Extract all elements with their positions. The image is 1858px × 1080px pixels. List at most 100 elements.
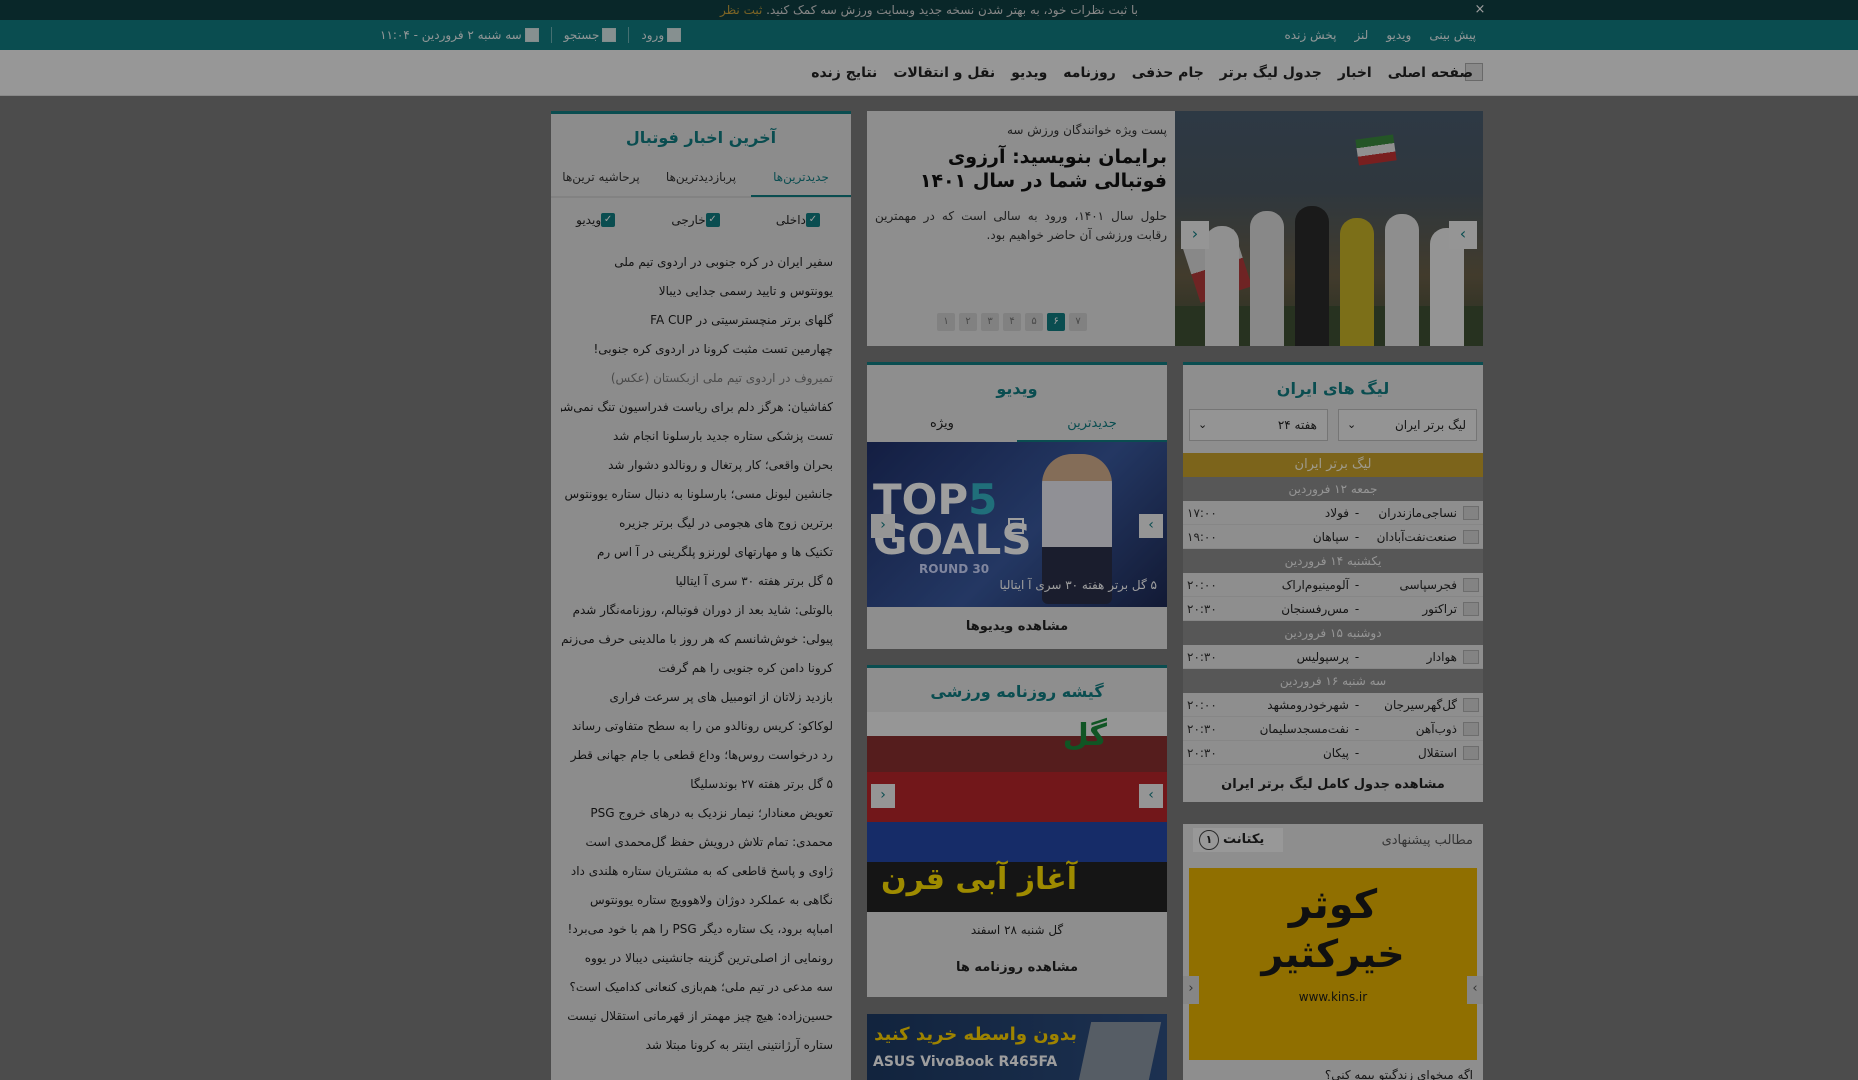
video-caption: ۵ گل برتر هفته ۳۰ سری آ ایتالیا xyxy=(999,578,1157,592)
suggested-item-title[interactable]: اگه میخوای زندگیتو بیمه کنی؟ xyxy=(1325,1068,1473,1080)
fixture-row[interactable]: نساجی‌مازندران - فولاد ۱۷:۰۰ xyxy=(1183,501,1483,525)
news-list-item[interactable]: تمیروف در اردوی تیم ملی ازبکستان (عکس) xyxy=(561,364,833,393)
news-list-item[interactable]: ستاره آرژانتینی اینتر به کرونا مبتلا شد xyxy=(561,1031,833,1060)
util-link-prediction[interactable]: پیش بینی xyxy=(1429,28,1476,42)
nav-cup[interactable]: جام حذفی xyxy=(1132,65,1204,81)
tab-newest[interactable]: جدیدترین‌ها xyxy=(751,157,851,197)
nav-news[interactable]: اخبار xyxy=(1338,65,1372,81)
util-link-lens[interactable]: لنز xyxy=(1354,28,1368,42)
tab-video-special[interactable]: ویژه xyxy=(867,409,1017,442)
news-list-item[interactable]: تکنیک ها و مهارتهای لورنزو پلگرینی در آ … xyxy=(561,538,833,567)
news-list-item[interactable]: پیولی: خوش‌شانسم که هر روز با مالدینی حر… xyxy=(561,625,833,654)
slider-next-button[interactable]: › xyxy=(1449,221,1477,249)
news-list-item[interactable]: بازدید زلاتان از اتومبیل های پر سرعت فرا… xyxy=(561,683,833,712)
nav-transfers[interactable]: نقل و انتقالات xyxy=(893,65,995,81)
fixture-row[interactable]: استقلال - پیکان ۲۰:۳۰ xyxy=(1183,741,1483,765)
insurance-ad-banner[interactable]: کوثر خیرکثیر www.kins.ir xyxy=(1189,868,1477,1060)
news-list-item[interactable]: رونمایی از اصلی‌ترین گزینه جانشینی دیبال… xyxy=(561,944,833,973)
slider-dot[interactable]: ۷ xyxy=(1069,313,1087,331)
tab-video-newest[interactable]: جدیدترین xyxy=(1017,409,1167,442)
news-list-item[interactable]: کرونا دامن کره جنوبی را هم گرفت xyxy=(561,654,833,683)
news-list-item[interactable]: ۵ گل برتر هفته ۳۰ سری آ ایتالیا xyxy=(561,567,833,596)
util-link-live[interactable]: پخش زنده xyxy=(1285,28,1337,42)
news-list-item[interactable]: سه مدعی در تیم ملی؛ هم‌بازی کنعانی کدامی… xyxy=(561,973,834,1002)
filter-domestic[interactable]: ✓داخلی xyxy=(776,213,826,228)
news-list-item[interactable]: بحران واقعی؛ کار پرتغال و رونالدو دشوار … xyxy=(561,451,833,480)
checkbox-checked-icon[interactable]: ✓ xyxy=(705,213,720,228)
slider-headline[interactable]: برایمان بنویسید: آرزوی فوتبالی شما در سا… xyxy=(875,145,1167,193)
slider-dot[interactable]: ۱ xyxy=(937,313,955,331)
video-thumbnail[interactable]: TOP5 GOALS ROUND 30 ۵ گل برتر هفته ۳۰ سری… xyxy=(867,442,1167,607)
current-date: سه شنبه ۲ فروردین - ۱۱:۰۴ xyxy=(380,28,539,43)
league-select[interactable]: لیگ برتر ایران ⌄ xyxy=(1338,409,1477,441)
news-list-item[interactable]: رد درخواست روس‌ها؛ وداع قطعی با جام جهان… xyxy=(561,741,833,770)
suggested-header: مطالب پیشنهادی ۱ یکتانت xyxy=(1183,824,1483,856)
suggested-next-button[interactable]: › xyxy=(1467,976,1483,1004)
news-list-item[interactable]: ۵ گل برتر هفته ۲۷ بوندسلیگا xyxy=(561,770,833,799)
news-list-item[interactable]: جانشین لیونل مسی؛ بارسلونا به دنبال ستار… xyxy=(561,480,833,509)
checkbox-checked-icon[interactable]: ✓ xyxy=(805,213,820,228)
news-list-item[interactable]: کفاشیان: هرگز دلم برای ریاست فدراسیون تن… xyxy=(561,393,833,422)
util-link-video[interactable]: ویدیو xyxy=(1386,28,1411,42)
news-list-item[interactable]: گلهای برتر منچسترسیتی در FA CUP xyxy=(561,306,833,335)
search-link[interactable]: جستجو xyxy=(564,28,617,43)
filter-foreign[interactable]: ✓خارجی xyxy=(671,213,725,228)
fixture-row[interactable]: صنعت‌نفت‌آبادان - سپاهان ۱۹:۰۰ xyxy=(1183,525,1483,549)
fixture-row[interactable]: گل‌گهرسیرجان - شهرخودرومشهد ۲۰:۰۰ xyxy=(1183,693,1483,717)
fixture-row[interactable]: فجرسپاسی - آلومینیوم‌اراک ۲۰:۰۰ xyxy=(1183,573,1483,597)
nav-newspaper[interactable]: روزنامه xyxy=(1063,65,1116,81)
fixture-row[interactable]: هوادار - پرسپولیس ۲۰:۳۰ xyxy=(1183,645,1483,669)
view-videos-link[interactable]: مشاهده ویدیوها xyxy=(867,607,1167,647)
checkbox-checked-icon[interactable]: ✓ xyxy=(601,213,616,228)
news-list-item[interactable]: حسین‌زاده: هیچ چیز مهمتر از قهرمانی استق… xyxy=(561,1002,833,1031)
laptop-ad-banner[interactable]: بدون واسطه خرید کنید ASUS VivoBook R465F… xyxy=(867,1014,1167,1080)
news-list-item[interactable]: محمدی: تمام تلاش درویش حفظ گل‌محمدی است xyxy=(561,828,833,857)
week-select[interactable]: هفته ۲۴ ⌄ xyxy=(1189,409,1328,441)
feedback-link[interactable]: ثبت نظر xyxy=(720,3,762,17)
news-list-item[interactable]: ژاوی و پاسخ قاطعی که به مشتریان ستاره هل… xyxy=(561,857,833,886)
news-list-item[interactable]: تعویض معنادار؛ نیمار نزدیک به درهای خروج… xyxy=(561,799,833,828)
suggested-prev-button[interactable]: ‹ xyxy=(1183,976,1199,1004)
video-next-button[interactable]: › xyxy=(1139,514,1163,538)
nav-home[interactable]: صفحه اصلی xyxy=(1388,65,1473,81)
news-list-item[interactable]: برترین زوج های هجومی در لیگ برتر جزیره xyxy=(561,509,833,538)
slider-prev-button[interactable]: ‹ xyxy=(1181,221,1209,249)
video-prev-button[interactable]: ‹ xyxy=(871,514,895,538)
view-newspapers-link[interactable]: مشاهده روزنامه ها xyxy=(867,948,1167,988)
newspaper-next-button[interactable]: › xyxy=(1139,784,1163,808)
slider-dot[interactable]: ۶ xyxy=(1047,313,1065,331)
fixture-row[interactable]: ذوب‌آهن - نفت‌مسجدسلیمان ۲۰:۳۰ xyxy=(1183,717,1483,741)
filter-video[interactable]: ✓ویدیو xyxy=(576,213,621,228)
slider-dot[interactable]: ۴ xyxy=(1003,313,1021,331)
divider xyxy=(550,27,552,43)
nav-video[interactable]: ویدیو xyxy=(1011,65,1047,81)
news-list-item[interactable]: لوکاکو: کریس رونالدو من را به سطح متفاوت… xyxy=(561,712,833,741)
nav-league-table[interactable]: جدول لیگ برتر xyxy=(1220,65,1322,81)
nav-live-results[interactable]: نتایج زنده xyxy=(811,65,877,81)
news-list-item[interactable]: نگاهی به عملکرد دوژان ولاهوویچ ستاره یوو… xyxy=(561,886,833,915)
login-link[interactable]: ورود xyxy=(641,28,682,43)
tab-most-viewed[interactable]: پربازدیدترین‌ها xyxy=(651,157,751,197)
news-list-item[interactable]: بالوتلی: شاید بعد از دوران فوتبالم، روزن… xyxy=(561,596,833,625)
slider-dot[interactable]: ۵ xyxy=(1025,313,1043,331)
tab-most-controversial[interactable]: پرحاشیه ترین‌ها xyxy=(551,157,651,197)
away-team: پرسپولیس xyxy=(1296,649,1349,664)
news-list-item[interactable]: چهارمین تست مثبت کرونا در اردوی کره جنوب… xyxy=(561,335,833,364)
news-list-item[interactable]: یوونتوس و تایید رسمی جدایی دیبالا xyxy=(561,277,833,306)
newspaper-prev-button[interactable]: ‹ xyxy=(871,784,895,808)
news-list-item[interactable]: سفیر ایران در کره جنوبی در اردوی تیم ملی xyxy=(561,248,833,277)
play-icon[interactable] xyxy=(1008,518,1024,534)
newspaper-thumbnail[interactable]: گل آغاز آبی قرن › ‹ xyxy=(867,712,1167,912)
slider-dot[interactable]: ۲ xyxy=(959,313,977,331)
versus-separator: - xyxy=(1354,601,1360,616)
featured-photo[interactable]: › ‹ xyxy=(1175,111,1483,346)
home-team: ذوب‌آهن xyxy=(1415,721,1457,736)
view-full-table-link[interactable]: مشاهده جدول کامل لیگ برتر ایران xyxy=(1183,765,1483,805)
slider-kicker: پست ویژه خوانندگان ورزش سه xyxy=(1006,123,1167,137)
home-team: گل‌گهرسیرجان xyxy=(1384,697,1457,712)
news-list-item[interactable]: امباپه برود، یک ستاره دیگر PSG را هم با … xyxy=(561,915,833,944)
fixture-row[interactable]: تراکتور - مس‌رفسنجان ۲۰:۳۰ xyxy=(1183,597,1483,621)
news-list-item[interactable]: تست پزشکی ستاره جدید بارسلونا انجام شد xyxy=(561,422,833,451)
close-icon[interactable]: × xyxy=(1472,0,1488,20)
slider-dot[interactable]: ۳ xyxy=(981,313,999,331)
